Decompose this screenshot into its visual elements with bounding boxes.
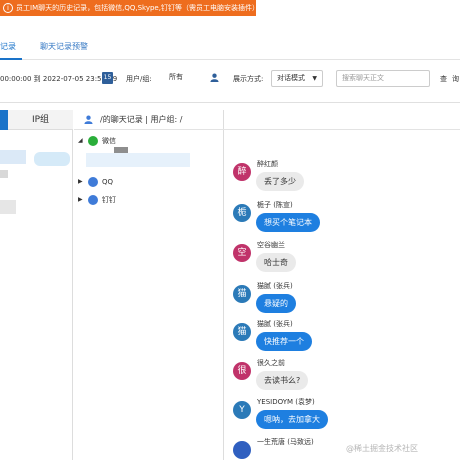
expand-arrow-icon[interactable]: ◢ (78, 135, 86, 147)
sender-name: 一生荒唐 (马致远) (257, 438, 314, 446)
avatar: 很 (233, 362, 251, 380)
chevron-down-icon: ▼ (312, 75, 317, 82)
message-bubble: 去读书么? (256, 371, 309, 390)
notice-banner: i 员工IM聊天的历史记录，包括微信,QQ,Skype,钉钉等（需员工电脑安装插… (0, 0, 256, 16)
message-bubble: 哈士奇 (256, 253, 296, 272)
sender-name: 猫腻 (张兵) (257, 320, 293, 328)
avatar: 栀 (233, 204, 251, 222)
sender-name: 很久之前 (257, 359, 285, 367)
sender-name: YESIDOYM (袁梦) (257, 398, 315, 406)
avatar: 空 (233, 244, 251, 262)
chat-message-list[interactable]: 醉 醉红颜 丢了多少 栀 栀子 (陈宣) 想买个笔记本 空 空谷幽兰 哈士奇 猫… (225, 131, 460, 460)
watermark: @稀土掘金技术社区 (346, 444, 418, 453)
info-icon: i (3, 3, 13, 13)
sender-name: 空谷幽兰 (257, 241, 285, 249)
tab-user-group[interactable] (0, 110, 8, 130)
group-panel: IP组 (0, 110, 73, 460)
avatar: 醉 (233, 163, 251, 181)
message-bubble: 丢了多少 (256, 172, 304, 191)
avatar (233, 441, 251, 459)
blurred-item (0, 170, 8, 178)
message-bubble: 嗯呐，去加拿大 (256, 410, 328, 429)
blurred-item (0, 150, 26, 164)
avatar: 猫 (233, 285, 251, 303)
message-bubble: 快推荐一个 (256, 332, 312, 351)
sender-name: 栀子 (陈宣) (257, 201, 293, 209)
chat-header-title: /的聊天记录 | 用户组: / (100, 115, 183, 124)
user-icon (84, 115, 93, 124)
tree-node-label: 钉钉 (102, 196, 116, 204)
avatar: 猫 (233, 323, 251, 341)
calendar-icon[interactable]: 15 (102, 72, 113, 84)
chat-header: /的聊天记录 | 用户组: / (74, 110, 460, 130)
tab-chat-alerts[interactable]: 聊天记录预警 (40, 36, 88, 60)
tree-node-label: 微信 (102, 137, 116, 145)
date-range-input[interactable]: 00:00:00 到 2022-07-05 23:59:59 (0, 74, 117, 84)
qq-icon (88, 177, 98, 187)
user-icon[interactable] (210, 73, 219, 82)
extra-button[interactable]: 询 (452, 74, 459, 84)
sender-name: 醉红颜 (257, 160, 278, 168)
wechat-icon (88, 136, 98, 146)
expand-arrow-icon[interactable]: ▶ (78, 176, 86, 188)
dingtalk-icon (88, 195, 98, 205)
tree-node-label: QQ (102, 178, 114, 186)
query-button[interactable]: 查 (440, 74, 447, 84)
user-group-label: 用户/组: (126, 75, 152, 83)
message-bubble: 想买个笔记本 (256, 213, 320, 232)
expand-arrow-icon[interactable]: ▶ (78, 194, 86, 206)
search-input[interactable]: 搜索聊天正文 (336, 70, 430, 87)
divider (0, 102, 460, 103)
display-mode-label: 展示方式: (233, 75, 264, 83)
sender-name: 猫腻 (张兵) (257, 282, 293, 290)
user-group-value: 所有 (169, 73, 183, 81)
banner-text: 员工IM聊天的历史记录，包括微信,QQ,Skype,钉钉等（需员工电脑安装插件） (16, 4, 256, 12)
display-mode-value: 对话模式 (277, 74, 305, 82)
message-bubble: 悬疑的 (256, 294, 296, 313)
avatar: Y (233, 401, 251, 419)
filter-bar: 00:00:00 到 2022-07-05 23:59:59 15 用户/组: … (0, 68, 460, 90)
tab-bar: 记录 聊天记录预警 (0, 36, 460, 60)
blurred-item (0, 200, 16, 214)
selected-row-highlight (86, 153, 190, 167)
tab-chat-records[interactable]: 记录 (0, 36, 22, 60)
display-mode-select[interactable]: 对话模式 ▼ (271, 70, 323, 87)
tab-ip-group[interactable]: IP组 (8, 110, 73, 130)
blurred-item (34, 152, 70, 166)
